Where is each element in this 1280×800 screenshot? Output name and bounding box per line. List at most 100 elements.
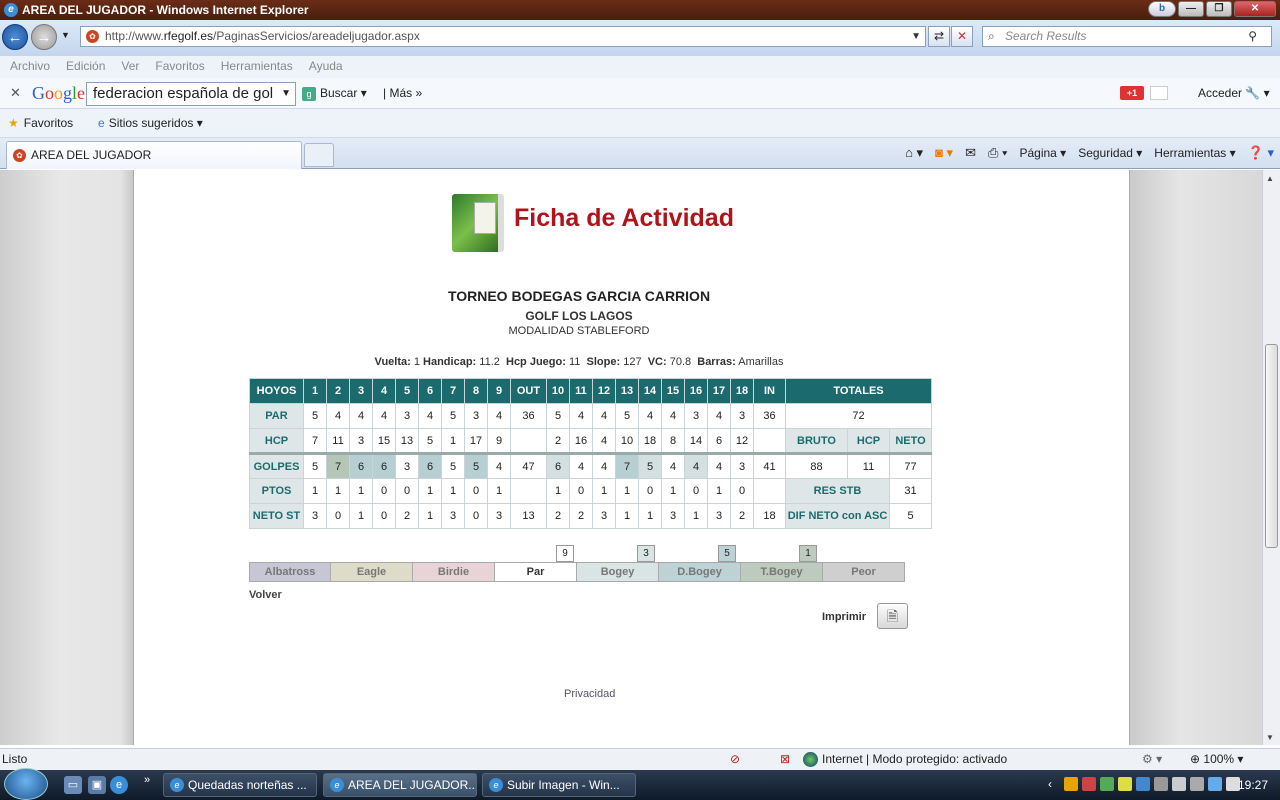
page-background-right <box>1130 170 1262 745</box>
tray-app-icon[interactable] <box>1064 777 1078 791</box>
scorecard-cell: 3 <box>349 428 373 454</box>
tray-expand-icon[interactable]: ‹ <box>1048 777 1052 791</box>
scorecard-cell: 2 <box>395 503 419 529</box>
tray-app-icon[interactable] <box>1082 777 1096 791</box>
scorecard-cell: 4 <box>661 452 685 479</box>
scorecard-cell: 6 <box>707 428 731 454</box>
vertical-scrollbar[interactable]: ▲ ▼ <box>1262 170 1280 745</box>
scorecard-cell: 8 <box>661 428 685 454</box>
new-tab-button[interactable] <box>304 143 334 167</box>
protected-mode-icon[interactable]: ⚙ ▾ <box>1142 749 1162 769</box>
menu-archivo[interactable]: Archivo <box>10 56 50 78</box>
tray-app-icon[interactable] <box>1190 777 1204 791</box>
legend-t-bogey: T.Bogey <box>741 562 823 582</box>
read-mail-icon[interactable]: ✉ <box>965 145 976 161</box>
google-more-button[interactable]: | Más » <box>383 86 422 100</box>
scorecard-cell: 3 <box>684 403 708 429</box>
close-window-button[interactable]: ✕ <box>1234 1 1276 17</box>
start-button[interactable] <box>4 768 48 800</box>
home-icon[interactable]: ⌂ ▾ <box>905 145 923 161</box>
scorecard-row-header: HOYOS 1 2 3 4 5 6 7 8 9 OUT 10 11 12 13 14 15 16 17 18 IN TOT… <box>249 378 932 404</box>
scroll-down-icon[interactable]: ▼ <box>1266 733 1274 742</box>
scorecard-header-cell: 15 <box>661 378 685 404</box>
print-button[interactable]: 🗎 <box>877 603 908 629</box>
menu-ver[interactable]: Ver <box>121 56 139 78</box>
google-signin-button[interactable]: Acceder 🔧 ▾ <box>1198 86 1270 100</box>
legend-d-bogey: D.Bogey <box>659 562 741 582</box>
system-tray <box>1064 777 1240 791</box>
favorites-button[interactable]: ★ Favoritos <box>8 116 73 130</box>
close-toolbar-icon[interactable]: ✕ <box>10 85 21 101</box>
tray-app-icon[interactable] <box>1172 777 1186 791</box>
quick-launch-more-icon[interactable]: » <box>144 774 150 786</box>
tab-area-del-jugador[interactable]: ✿ AREA DEL JUGADOR <box>6 141 302 169</box>
page-menu-button[interactable]: Página ▾ <box>1019 146 1066 160</box>
privacy-shield-icon[interactable]: ⊘ <box>730 749 740 769</box>
page-content: Ficha de Actividad TORNEO BODEGAS GARCIA… <box>133 170 1130 745</box>
google-search-button[interactable]: g Buscar ▾ <box>302 86 367 101</box>
search-box[interactable]: ⌕ Search Results ⚲ <box>982 26 1272 47</box>
scroll-thumb[interactable] <box>1265 344 1278 548</box>
info-label: Barras: <box>697 356 736 368</box>
scorecard-cell: 0 <box>464 503 488 529</box>
help-icon[interactable]: ❓ ▾ <box>1248 145 1274 161</box>
scorecard-cell: 1 <box>638 503 662 529</box>
clock[interactable]: 19:27 <box>1238 770 1268 800</box>
scorecard-cell: 4 <box>638 403 662 429</box>
minimize-button[interactable]: — <box>1178 1 1204 17</box>
zoom-control[interactable]: ⊕ 100% ▾ <box>1190 749 1243 769</box>
explorer-quick-icon[interactable]: ▣ <box>88 776 106 794</box>
ie-quick-launch-icon[interactable]: e <box>110 776 128 794</box>
address-bar[interactable]: ✿ http://www.rfegolf.es/PaginasServicios… <box>80 26 926 47</box>
tray-app-icon[interactable] <box>1154 777 1168 791</box>
taskbar-item[interactable]: e Subir Imagen - Win... <box>482 773 636 797</box>
google-query-dropdown-icon[interactable]: ▼ <box>281 83 291 105</box>
privacy-link[interactable]: Privacidad <box>564 688 615 700</box>
google-plus-one-button[interactable]: +1 <box>1120 86 1144 100</box>
show-desktop-icon[interactable]: ▭ <box>64 776 82 794</box>
scorecard-cell <box>510 428 547 454</box>
history-dropdown-icon[interactable]: ▼ <box>61 30 70 40</box>
security-zone-text[interactable]: Internet | Modo protegido: activado <box>822 749 1007 769</box>
taskbar-item-label: AREA DEL JUGADOR... <box>348 778 477 792</box>
scorecard-cell: 36 <box>753 403 786 429</box>
scorecard-cell: 1 <box>546 478 570 504</box>
taskbar-item-active[interactable]: e AREA DEL JUGADOR... <box>323 773 477 797</box>
search-icon[interactable]: ⚲ <box>1248 27 1257 46</box>
address-dropdown-icon[interactable]: ▼ <box>911 27 921 46</box>
print-icon[interactable]: ⎙ ▾ <box>988 145 1007 161</box>
scroll-up-icon[interactable]: ▲ <box>1266 174 1274 183</box>
scorecard-cell: 12 <box>730 428 754 454</box>
google-search-input[interactable]: federacion española de gol ▼ <box>86 82 296 106</box>
info-label: VC: <box>647 356 667 368</box>
tray-network-icon[interactable] <box>1136 777 1150 791</box>
security-menu-button[interactable]: Seguridad ▾ <box>1078 146 1142 160</box>
rss-feed-icon[interactable]: ◙ ▾ <box>935 145 953 161</box>
bing-bar-icon[interactable]: b <box>1148 1 1176 17</box>
scorecard-cell: 0 <box>326 503 350 529</box>
forward-button[interactable]: → <box>31 24 57 50</box>
page-title: Ficha de Actividad <box>514 204 734 232</box>
error-icon[interactable]: ⊠ <box>780 749 790 769</box>
tray-volume-icon[interactable] <box>1208 777 1222 791</box>
menu-ayuda[interactable]: Ayuda <box>309 56 343 78</box>
info-value: 1 <box>413 356 420 368</box>
tray-app-icon[interactable] <box>1100 777 1114 791</box>
menu-favoritos[interactable]: Favoritos <box>155 56 204 78</box>
taskbar-item[interactable]: e Quedadas norteñas ... <box>163 773 317 797</box>
tray-shield-icon[interactable] <box>1118 777 1132 791</box>
stop-button[interactable]: ✕ <box>951 26 973 47</box>
maximize-button[interactable]: ❐ <box>1206 1 1232 17</box>
scorecard-row-label: GOLPES <box>249 452 304 479</box>
scorecard-total-cell: DIF NETO con ASC <box>785 503 890 529</box>
menu-edicion[interactable]: Edición <box>66 56 105 78</box>
back-button[interactable]: ← <box>2 24 28 50</box>
scorecard-cell: 3 <box>661 503 685 529</box>
suggested-sites-button[interactable]: e Sitios sugeridos ▾ <box>98 116 203 130</box>
tools-menu-button[interactable]: Herramientas ▾ <box>1154 146 1235 160</box>
back-link[interactable]: Volver <box>249 589 282 601</box>
menu-herramientas[interactable]: Herramientas <box>221 56 293 78</box>
compatibility-view-button[interactable]: ⇄ <box>928 26 950 47</box>
scorecard-cell: 1 <box>326 478 350 504</box>
scorecard-totals-header: TOTALES <box>785 378 932 404</box>
